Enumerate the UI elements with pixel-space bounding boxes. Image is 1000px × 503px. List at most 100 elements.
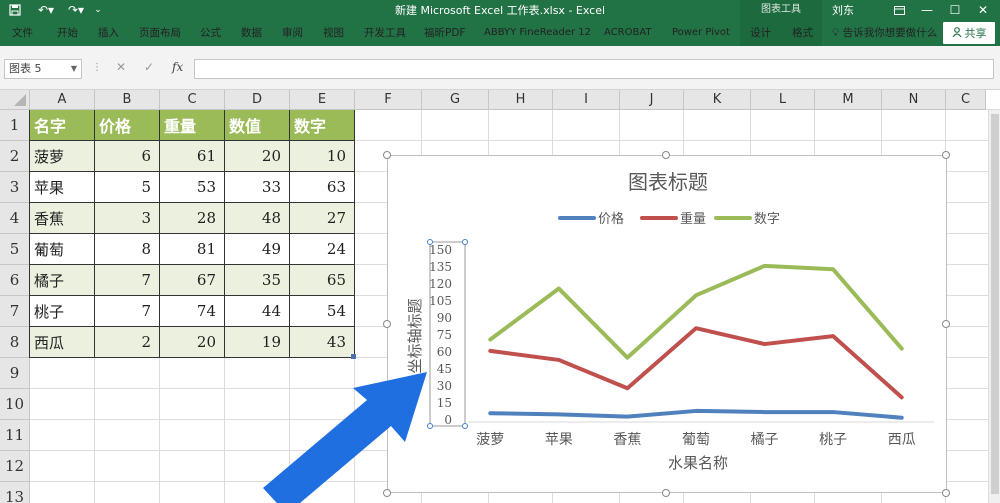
header-cell[interactable]: 数字 <box>290 110 355 141</box>
table-cell[interactable]: 6 <box>95 141 160 172</box>
column-header-c[interactable]: C <box>946 90 986 110</box>
table-cell[interactable]: 48 <box>225 203 290 234</box>
row-header-10[interactable]: 10 <box>0 389 30 420</box>
table-cell[interactable]: 西瓜 <box>30 327 95 358</box>
column-header-c[interactable]: C <box>160 90 225 110</box>
column-header-l[interactable]: L <box>751 90 815 110</box>
resize-handle-top-right[interactable] <box>942 151 950 159</box>
name-box[interactable]: 图表 5 ▼ <box>4 59 82 79</box>
column-header-b[interactable]: B <box>95 90 160 110</box>
table-cell[interactable]: 20 <box>225 141 290 172</box>
row-header-12[interactable]: 12 <box>0 451 30 482</box>
table-cell[interactable]: 65 <box>290 265 355 296</box>
row-header-11[interactable]: 11 <box>0 420 30 451</box>
table-cell[interactable]: 67 <box>160 265 225 296</box>
table-cell[interactable]: 54 <box>290 296 355 327</box>
row-header-8[interactable]: 8 <box>0 327 30 358</box>
tab-insert[interactable]: 插入 <box>98 20 119 46</box>
share-button[interactable]: 共享 <box>943 22 995 44</box>
table-cell[interactable]: 苹果 <box>30 172 95 203</box>
tab-home[interactable]: 开始 <box>57 20 78 46</box>
tab-review[interactable]: 审阅 <box>282 20 303 46</box>
column-header-k[interactable]: K <box>684 90 751 110</box>
chart-object[interactable]: 图表标题 价格 重量 数字 0 15 30 45 60 75 90 105 120 135 150 坐标轴标题… <box>387 155 947 493</box>
table-cell[interactable]: 63 <box>290 172 355 203</box>
table-cell[interactable]: 菠萝 <box>30 141 95 172</box>
resize-handle-bottom[interactable] <box>662 489 670 497</box>
table-cell[interactable]: 10 <box>290 141 355 172</box>
tab-foxit-pdf[interactable]: 福昕PDF <box>424 20 465 46</box>
row-header-3[interactable]: 3 <box>0 172 30 203</box>
column-header-j[interactable]: J <box>620 90 684 110</box>
tab-power-pivot[interactable]: Power Pivot <box>672 20 730 46</box>
header-cell[interactable]: 名字 <box>30 110 95 141</box>
tab-data[interactable]: 数据 <box>241 20 262 46</box>
table-cell[interactable]: 49 <box>225 234 290 265</box>
table-cell[interactable]: 7 <box>95 265 160 296</box>
column-header-f[interactable]: F <box>355 90 422 110</box>
table-cell[interactable]: 43 <box>290 327 355 358</box>
table-cell[interactable]: 27 <box>290 203 355 234</box>
tab-abbyy[interactable]: ABBYY FineReader 12 <box>484 20 591 46</box>
resize-handle-top[interactable] <box>662 151 670 159</box>
ribbon-display-icon[interactable] <box>886 0 912 20</box>
chevron-down-icon[interactable]: ▼ <box>71 60 77 78</box>
header-cell[interactable]: 数值 <box>225 110 290 141</box>
user-name[interactable]: 刘东 <box>832 2 854 18</box>
maximize-icon[interactable]: ☐ <box>942 0 968 20</box>
row-header-6[interactable]: 6 <box>0 265 30 296</box>
formula-input[interactable] <box>194 59 994 79</box>
row-header-9[interactable]: 9 <box>0 358 30 389</box>
select-all-corner[interactable] <box>0 90 30 110</box>
table-cell[interactable]: 橘子 <box>30 265 95 296</box>
column-header-d[interactable]: D <box>225 90 290 110</box>
header-cell[interactable]: 重量 <box>160 110 225 141</box>
minimize-icon[interactable]: — <box>914 0 940 20</box>
vertical-scrollbar[interactable] <box>988 110 1000 503</box>
table-cell[interactable]: 葡萄 <box>30 234 95 265</box>
tab-format[interactable]: 格式 <box>792 20 813 46</box>
table-cell[interactable]: 7 <box>95 296 160 327</box>
header-cell[interactable]: 价格 <box>95 110 160 141</box>
column-header-m[interactable]: M <box>815 90 882 110</box>
tab-developer[interactable]: 开发工具 <box>364 20 406 46</box>
tab-file[interactable]: 文件 <box>12 20 33 46</box>
row-header-7[interactable]: 7 <box>0 296 30 327</box>
table-cell[interactable]: 19 <box>225 327 290 358</box>
row-header-1[interactable]: 1 <box>0 110 30 141</box>
table-cell[interactable]: 74 <box>160 296 225 327</box>
row-header-13[interactable]: 13 <box>0 482 30 503</box>
scrollbar-thumb[interactable] <box>991 114 999 494</box>
resize-handle-bottom-right[interactable] <box>942 489 950 497</box>
resize-handle-left[interactable] <box>383 320 391 328</box>
table-cell[interactable]: 20 <box>160 327 225 358</box>
tab-view[interactable]: 视图 <box>323 20 344 46</box>
close-icon[interactable]: ✕ <box>970 0 996 20</box>
enter-icon[interactable]: ✓ <box>144 60 154 74</box>
cancel-icon[interactable]: ✕ <box>116 60 126 74</box>
table-cell[interactable]: 香蕉 <box>30 203 95 234</box>
row-header-4[interactable]: 4 <box>0 203 30 234</box>
column-header-h[interactable]: H <box>489 90 553 110</box>
table-cell[interactable]: 28 <box>160 203 225 234</box>
table-cell[interactable]: 61 <box>160 141 225 172</box>
resize-handle-right[interactable] <box>942 320 950 328</box>
fill-handle[interactable] <box>351 354 356 359</box>
table-cell[interactable]: 3 <box>95 203 160 234</box>
table-cell[interactable]: 2 <box>95 327 160 358</box>
tab-page-layout[interactable]: 页面布局 <box>139 20 181 46</box>
column-header-a[interactable]: A <box>30 90 95 110</box>
row-header-2[interactable]: 2 <box>0 141 30 172</box>
table-cell[interactable]: 35 <box>225 265 290 296</box>
table-cell[interactable]: 桃子 <box>30 296 95 327</box>
tell-me-box[interactable]: 💡︎ 告诉我你想要做什么 <box>832 20 937 46</box>
column-header-n[interactable]: N <box>882 90 946 110</box>
row-header-5[interactable]: 5 <box>0 234 30 265</box>
tab-formulas[interactable]: 公式 <box>200 20 221 46</box>
table-cell[interactable]: 44 <box>225 296 290 327</box>
column-header-g[interactable]: G <box>422 90 489 110</box>
column-header-e[interactable]: E <box>290 90 355 110</box>
resize-handle-top-left[interactable] <box>383 151 391 159</box>
table-cell[interactable]: 81 <box>160 234 225 265</box>
insert-function-icon[interactable]: fx <box>172 60 183 74</box>
